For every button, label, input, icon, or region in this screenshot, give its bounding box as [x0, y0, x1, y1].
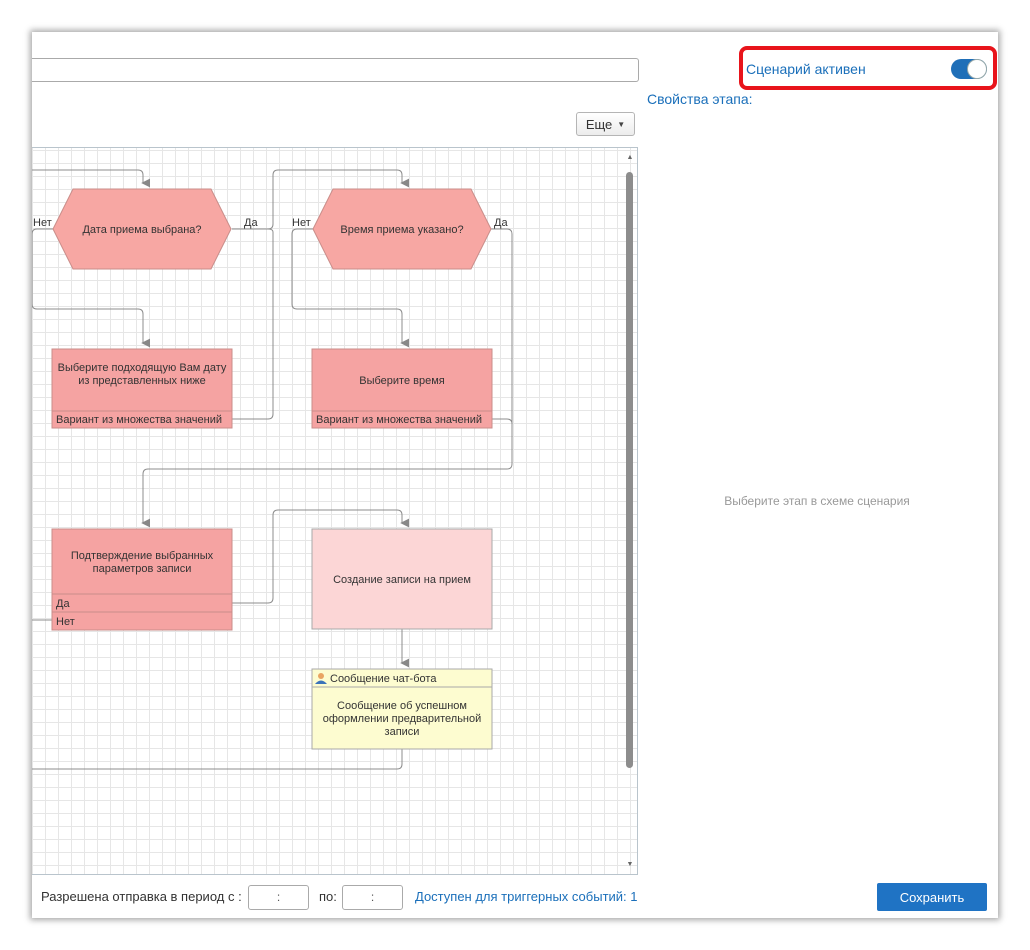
variant-option: Вариант из множества значений [56, 414, 222, 426]
step-text-line: Подтверждение выбранных [71, 550, 214, 562]
period-from-input[interactable]: : [248, 885, 309, 910]
scroll-down-icon[interactable]: ▼ [625, 861, 635, 868]
connector [32, 169, 151, 188]
scenario-active-label: Сценарий активен [746, 61, 866, 77]
decision-node-time-set[interactable]: Время приема указано? [312, 188, 492, 270]
connector [32, 749, 403, 770]
step-properties-hint: Выберите этап в схеме сценария [724, 494, 910, 508]
connector [232, 228, 274, 420]
toggle-knob [967, 59, 987, 79]
decision-node-date-selected[interactable]: Дата приема выбрана? [52, 188, 232, 270]
period-to-input[interactable]: : [342, 885, 403, 910]
message-header: Сообщение чат-бота [330, 673, 437, 685]
step-text: Создание записи на прием [333, 574, 471, 586]
step-text-line: Выберите подходящую Вам дату [58, 362, 227, 374]
option-no: Нет [56, 616, 75, 628]
yes-branch-label: Да [494, 217, 508, 229]
yes-branch-label: Да [244, 217, 258, 229]
no-branch-label: Нет [292, 217, 311, 229]
scenario-diagram: Дата приема выбрана? Нет Да Время приема… [32, 169, 513, 770]
canvas-scrollbar[interactable]: ▲ ▼ [625, 150, 635, 872]
period-to-label: по: [319, 889, 337, 904]
decision-text: Дата приема выбрана? [82, 224, 201, 236]
connector [492, 418, 513, 425]
save-button[interactable]: Сохранить [877, 883, 987, 911]
step-properties-title: Свойства этапа: [647, 91, 753, 107]
scroll-up-icon[interactable]: ▲ [625, 154, 635, 161]
message-text-line: записи [385, 726, 420, 738]
step-node-create-record[interactable]: Создание записи на прием [311, 528, 493, 630]
step-node-choose-date[interactable]: Выберите подходящую Вам дату из представ… [51, 348, 233, 429]
option-yes: Да [56, 598, 70, 610]
step-text-line: из представленных ниже [78, 375, 206, 387]
send-period-label: Разрешена отправка в период с : [41, 889, 242, 904]
message-text-line: Сообщение об успешном [337, 700, 467, 712]
variant-option: Вариант из множества значений [316, 414, 482, 426]
step-text-line: параметров записи [93, 563, 192, 575]
step-text: Выберите время [359, 375, 445, 387]
message-node-success[interactable]: Сообщение чат-бота Сообщение об успешном… [311, 668, 493, 750]
step-node-confirm[interactable]: Подтверждение выбранных параметров запис… [51, 528, 233, 631]
trigger-events-link[interactable]: Доступен для триггерных событий: 1 [415, 889, 638, 904]
decision-text: Время приема указано? [340, 224, 463, 236]
no-branch-label: Нет [33, 217, 52, 229]
scenario-active-toggle[interactable] [951, 59, 987, 79]
scrollbar-thumb[interactable] [626, 172, 633, 768]
message-text-line: оформлении предварительной [323, 713, 482, 725]
step-node-choose-time[interactable]: Выберите время Вариант из множества знач… [311, 348, 493, 429]
